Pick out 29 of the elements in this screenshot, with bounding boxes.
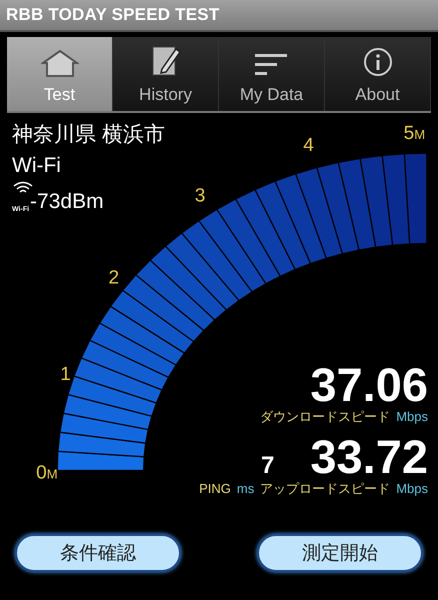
signal-reading: -73dBm — [30, 191, 104, 213]
download-speed: 37.06 — [310, 362, 428, 408]
scale-label: 1 — [60, 364, 71, 386]
scale-label: 2 — [108, 268, 120, 289]
upload-speed: 33.72 — [310, 434, 428, 480]
unit-label: Mbps — [396, 481, 428, 496]
home-icon — [40, 49, 78, 77]
wifi-icon — [12, 181, 34, 193]
scale-label: 5M — [404, 123, 426, 144]
action-button[interactable]: 条件確認 — [15, 534, 181, 572]
app-title: RBB TODAY SPEED TEST — [6, 5, 220, 25]
tab[interactable]: My Data — [219, 37, 325, 111]
notepad-pencil-icon — [150, 45, 182, 77]
scale-label: 4 — [303, 135, 314, 156]
lines-icon — [254, 53, 288, 77]
action-button[interactable]: 測定開始 — [257, 534, 423, 572]
info-icon — [362, 47, 392, 77]
tab[interactable]: About — [325, 37, 431, 111]
unit-label: Mbps — [396, 409, 428, 424]
scale-label: 3 — [194, 185, 206, 206]
location-text: 神奈川県 横浜市 — [12, 122, 165, 148]
ping-value: 7 — [261, 452, 274, 480]
download-label: ダウンロードスピード — [260, 408, 390, 426]
network-type: Wi-Fi — [12, 153, 61, 179]
upload-label: アップロードスピード — [260, 480, 390, 498]
ping-label: PING — [199, 481, 231, 496]
scale-label: 0M — [36, 462, 58, 484]
unit-label: ms — [236, 481, 254, 496]
tab[interactable]: History — [113, 37, 219, 111]
